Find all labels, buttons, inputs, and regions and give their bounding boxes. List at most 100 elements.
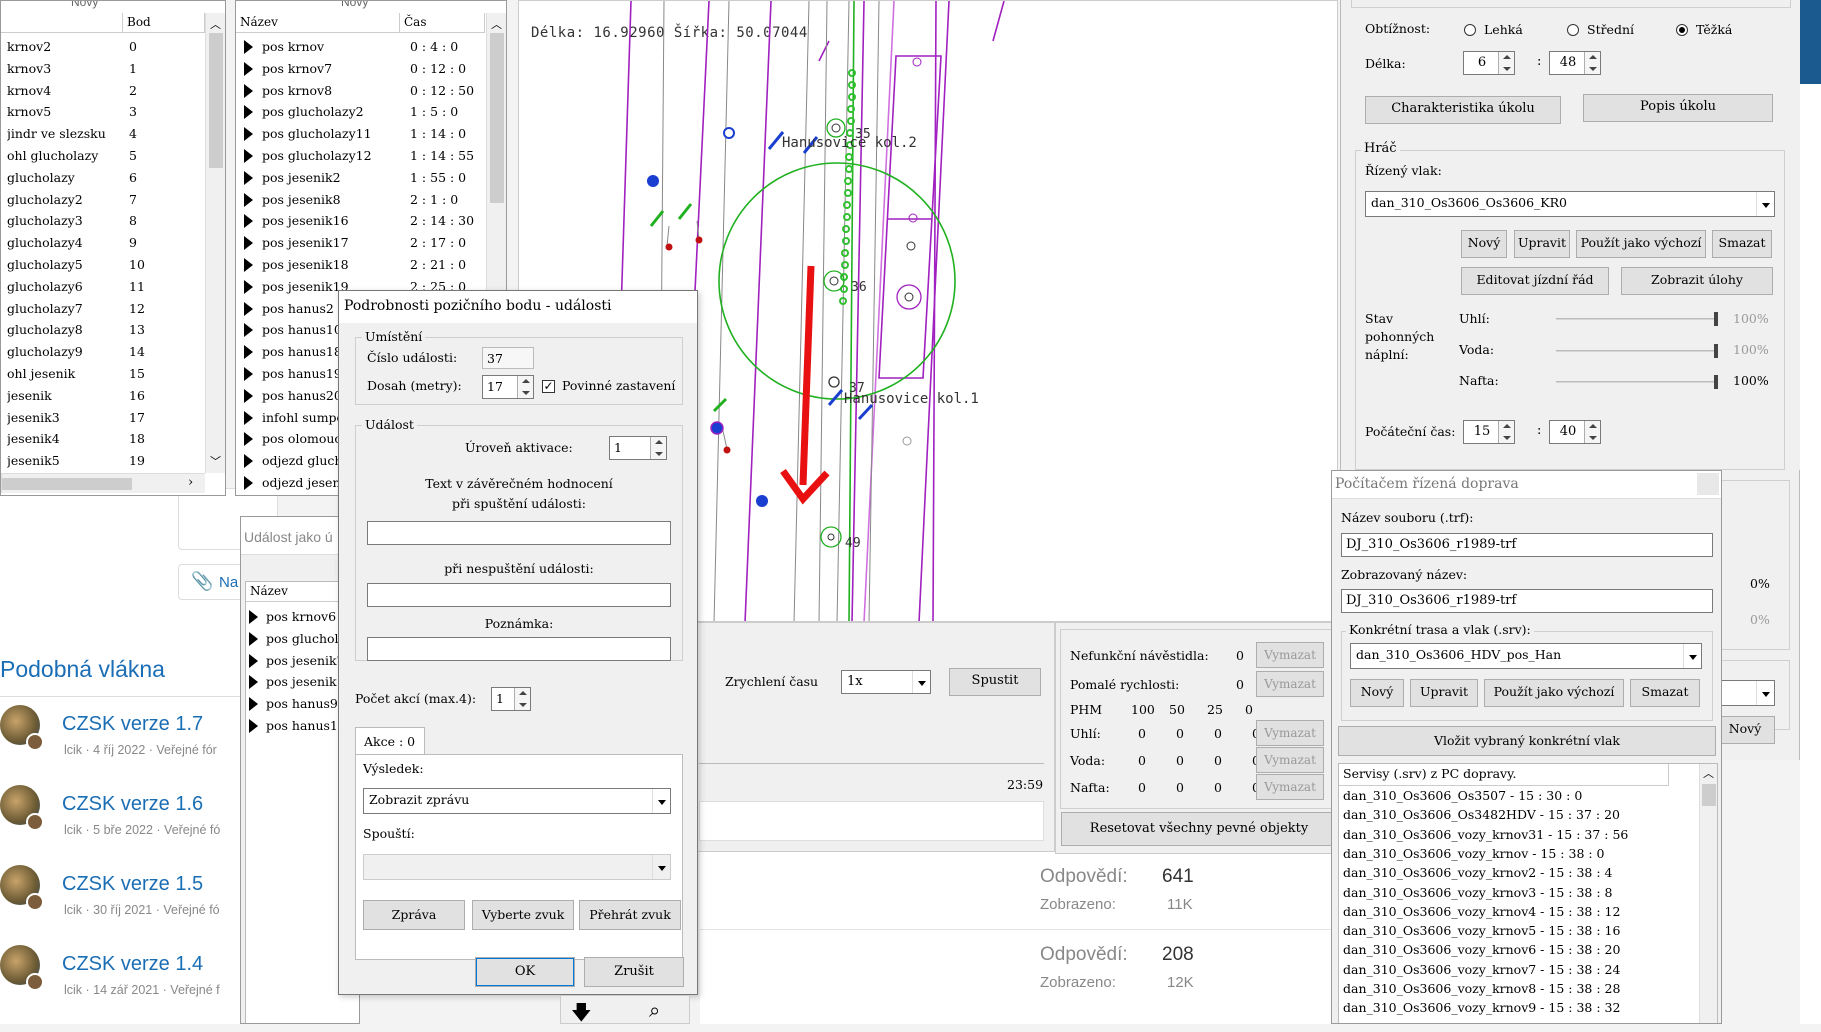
list-item[interactable]: dan_310_Os3606_vozy_krnov4 - 15 : 38 : 1… bbox=[1343, 902, 1620, 921]
list-item[interactable]: dan_310_Os3606_Os3482HDV - 15 : 37 : 20 bbox=[1343, 805, 1620, 824]
pocatecni-minutes-spin[interactable] bbox=[1584, 421, 1600, 443]
delka-hours-input[interactable]: 6 bbox=[1463, 51, 1515, 75]
list-item[interactable]: dan_310_Os3606_Os3507 - 15 : 30 : 0 bbox=[1343, 786, 1582, 805]
list-item[interactable]: dan_310_Os3606_vozy_krnov10 - 15 : 38 : … bbox=[1343, 1018, 1628, 1023]
scroll-down-icon[interactable]: ﹀ bbox=[210, 453, 221, 469]
pc-smazat-button[interactable]: Smazat bbox=[1630, 679, 1700, 707]
list-item[interactable]: ohl jesenik bbox=[7, 363, 125, 385]
left-list-hscroll-thumb[interactable] bbox=[2, 478, 132, 490]
list-item[interactable]: jesenik bbox=[7, 385, 125, 407]
expand-triangle-icon[interactable] bbox=[244, 301, 253, 316]
akce-tab[interactable]: Akce : 0 bbox=[355, 727, 425, 755]
hrac-smazat-button[interactable]: Smazat bbox=[1712, 230, 1772, 258]
uhli-slider[interactable] bbox=[1556, 312, 1718, 326]
nazev-souboru-input[interactable]: DJ_310_Os3606_r1989-trf bbox=[1341, 533, 1713, 557]
expand-triangle-icon[interactable] bbox=[244, 192, 253, 207]
expand-triangle-icon[interactable] bbox=[244, 323, 253, 338]
nafta-slider[interactable] bbox=[1556, 375, 1718, 389]
charakteristika-button[interactable]: Charakteristika úkolu bbox=[1365, 96, 1561, 124]
zobrazit-ulohy-button[interactable]: Zobrazit úlohy bbox=[1621, 267, 1773, 295]
list-item[interactable]: dan_310_Os3606_vozy_krnov5 - 15 : 38 : 1… bbox=[1343, 921, 1620, 940]
voda-slider[interactable] bbox=[1556, 344, 1718, 358]
vymazat-fuel-button[interactable]: Vymazat bbox=[1256, 720, 1324, 746]
servisy-header[interactable]: Servisy (.srv) z PC dopravy. bbox=[1339, 764, 1669, 786]
spousti-select[interactable] bbox=[363, 854, 671, 880]
servisy-scrollbar[interactable]: ︿ bbox=[1699, 764, 1717, 1023]
radio-stredni[interactable] bbox=[1567, 24, 1579, 36]
list-item[interactable]: dan_310_Os3606_vozy_krnov8 - 15 : 38 : 2… bbox=[1343, 979, 1620, 998]
close-icon[interactable] bbox=[1697, 473, 1719, 495]
col-header-cas[interactable]: Čas bbox=[400, 13, 485, 33]
pocatecni-hours-input[interactable]: 15 bbox=[1463, 420, 1515, 444]
vymazat-fuel-button[interactable]: Vymazat bbox=[1256, 774, 1324, 800]
list-item[interactable]: pos krnov bbox=[262, 36, 398, 58]
list-item[interactable]: pos glucholazy11 bbox=[262, 123, 398, 145]
list-item[interactable]: jindr ve slezsku bbox=[7, 123, 125, 145]
list-item[interactable]: dan_310_Os3606_vozy_krnov31 - 15 : 37 : … bbox=[1343, 825, 1628, 844]
zprava-button[interactable]: Zpráva bbox=[363, 900, 465, 930]
list-item[interactable]: glucholazy6 bbox=[7, 276, 125, 298]
poznamka-input[interactable] bbox=[367, 637, 671, 661]
pos-list-scroll-thumb[interactable] bbox=[490, 33, 504, 203]
radio-lehka[interactable] bbox=[1464, 24, 1476, 36]
servisy-list[interactable]: Servisy (.srv) z PC dopravy. ︿ dan_310_O… bbox=[1338, 763, 1718, 1023]
thread-title[interactable]: CZSK verze 1.6 bbox=[62, 793, 203, 816]
expand-triangle-icon[interactable] bbox=[244, 367, 253, 381]
left-list-hscrollbar[interactable]: › bbox=[1, 473, 205, 493]
uroven-input[interactable]: 1 bbox=[609, 436, 667, 460]
hrac-novy-button[interactable]: Nový bbox=[1461, 230, 1507, 258]
col-header-nazev[interactable]: Název bbox=[236, 13, 400, 33]
list-item[interactable]: glucholazy bbox=[7, 167, 125, 189]
pocet-input[interactable]: 1 bbox=[491, 687, 531, 711]
expand-triangle-icon[interactable] bbox=[244, 454, 253, 469]
expand-triangle-icon[interactable] bbox=[244, 236, 253, 251]
list-item[interactable]: jesenik3 bbox=[7, 407, 125, 429]
pocet-spin[interactable] bbox=[514, 688, 530, 710]
list-item[interactable]: glucholazy8 bbox=[7, 319, 125, 341]
list-item[interactable]: glucholazy4 bbox=[7, 232, 125, 254]
radio-tezka[interactable] bbox=[1676, 24, 1688, 36]
zrychleni-select[interactable]: 1x bbox=[841, 670, 931, 694]
scroll-up-icon[interactable]: ︿ bbox=[210, 16, 221, 32]
list-item[interactable]: krnov4 bbox=[7, 80, 125, 102]
scroll-right-icon[interactable]: › bbox=[188, 475, 193, 490]
expand-triangle-icon[interactable] bbox=[244, 170, 253, 185]
vlozit-button[interactable]: Vložit vybraný konkrétní vlak bbox=[1338, 726, 1716, 756]
list-item[interactable]: krnov3 bbox=[7, 58, 125, 80]
list-item[interactable]: pos jesenik8 bbox=[262, 189, 398, 211]
uroven-spin[interactable] bbox=[650, 437, 666, 459]
cislo-input[interactable]: 37 bbox=[482, 347, 534, 369]
expand-triangle-icon[interactable] bbox=[244, 40, 253, 54]
lower-right-novy-button[interactable]: Nový bbox=[1715, 716, 1775, 744]
editovat-button[interactable]: Editovat jízdní řád bbox=[1461, 267, 1609, 295]
hrac-upravit-button[interactable]: Upravit bbox=[1514, 230, 1570, 258]
vymazat-fuel-button[interactable]: Vymazat bbox=[1256, 747, 1324, 773]
list-item[interactable]: dan_310_Os3606_vozy_krnov6 - 15 : 38 : 2… bbox=[1343, 940, 1620, 959]
thread-title[interactable]: CZSK verze 1.7 bbox=[62, 713, 203, 736]
delka-minutes-spin[interactable] bbox=[1584, 52, 1600, 74]
list-item[interactable]: pos jesenik17 bbox=[262, 232, 398, 254]
list-item[interactable]: dan_310_Os3606_vozy_krnov2 - 15 : 38 : 4 bbox=[1343, 863, 1612, 882]
dosah-input[interactable]: 17 bbox=[482, 375, 534, 399]
list-item[interactable]: krnov2 bbox=[7, 36, 125, 58]
list-item[interactable]: pos jesenik18 bbox=[262, 254, 398, 276]
list-item[interactable]: pos jesenik2 bbox=[262, 167, 398, 189]
thread-title[interactable]: CZSK verze 1.4 bbox=[62, 953, 203, 976]
pc-novy-button[interactable]: Nový bbox=[1350, 679, 1404, 707]
left-list-scrollbar[interactable]: ︿ ﹀ bbox=[205, 13, 225, 473]
thread-title[interactable]: CZSK verze 1.5 bbox=[62, 873, 203, 896]
col-header-name[interactable] bbox=[1, 13, 123, 33]
expand-triangle-icon[interactable] bbox=[244, 214, 253, 229]
pocatecni-minutes-input[interactable]: 40 bbox=[1549, 420, 1601, 444]
vymazat-pomale-button[interactable]: Vymazat bbox=[1256, 671, 1324, 697]
list-item[interactable]: pos krnov8 bbox=[262, 80, 398, 102]
delka-hours-spin[interactable] bbox=[1498, 52, 1514, 74]
list-item[interactable]: glucholazy9 bbox=[7, 341, 125, 363]
list-item[interactable]: glucholazy3 bbox=[7, 210, 125, 232]
spusteni-text-input[interactable] bbox=[367, 521, 671, 545]
expand-triangle-icon[interactable] bbox=[249, 719, 258, 733]
popis-button[interactable]: Popis úkolu bbox=[1583, 94, 1773, 122]
expand-triangle-icon[interactable] bbox=[244, 258, 253, 272]
nespusteni-text-input[interactable] bbox=[367, 583, 671, 607]
col-header-bod[interactable]: Bod bbox=[123, 13, 205, 33]
